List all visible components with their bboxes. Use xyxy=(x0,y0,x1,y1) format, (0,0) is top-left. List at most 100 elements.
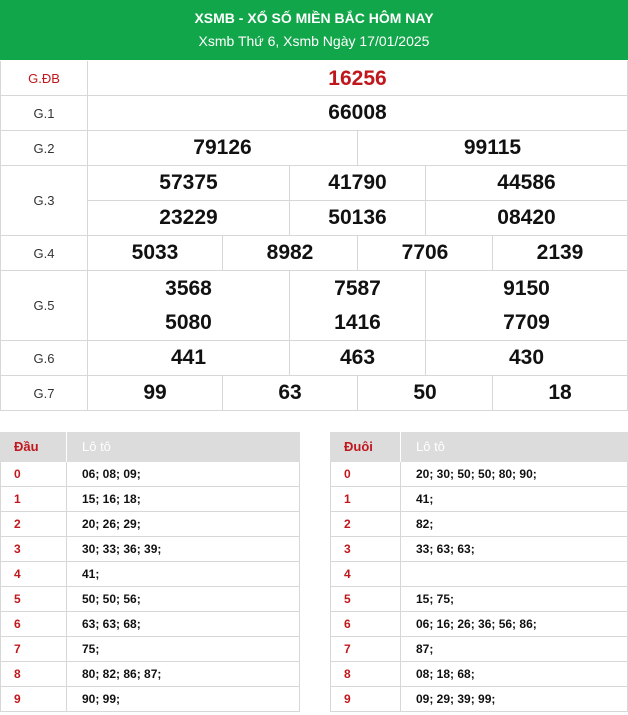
loto-values: 50; 50; 56; xyxy=(82,592,141,606)
prize-label: G.1 xyxy=(0,96,88,130)
prize-label: G.3 xyxy=(0,166,88,235)
loto-values: 06; 08; 09; xyxy=(82,467,141,481)
prize-number: 63 xyxy=(223,376,358,410)
loto-values: 82; xyxy=(416,517,434,531)
prize-label: G.ĐB xyxy=(0,61,88,95)
loto-values: 09; 29; 39; 99; xyxy=(416,692,496,706)
loto-row: 5 50; 50; 56; xyxy=(0,587,300,612)
loto-key: 3 xyxy=(344,542,351,556)
loto-values: 63; 63; 68; xyxy=(82,617,141,631)
prize-row-7: G.7 99 63 50 18 xyxy=(0,376,628,411)
prize-number: 18 xyxy=(493,376,628,410)
loto-values: 41; xyxy=(416,492,434,506)
loto-row: 4 xyxy=(330,562,628,587)
loto-col-head: Lô tô xyxy=(416,439,445,454)
loto-values: 20; 30; 50; 50; 80; 90; xyxy=(416,467,537,481)
loto-key: 1 xyxy=(14,492,21,506)
prize-number: 7587 xyxy=(290,271,426,306)
loto-key: 6 xyxy=(344,617,351,631)
loto-key: 7 xyxy=(14,642,21,656)
loto-row: 7 75; xyxy=(0,637,300,662)
prize-row-1: G.1 66008 xyxy=(0,96,628,131)
prize-label: G.5 xyxy=(0,271,88,340)
page-header: XSMB - XỔ SỐ MIỀN BẮC HÔM NAY Xsmb Thứ 6… xyxy=(0,0,628,60)
prize-number: 2139 xyxy=(493,236,628,270)
loto-key: 5 xyxy=(14,592,21,606)
loto-key: 0 xyxy=(14,467,21,481)
loto-values: 41; xyxy=(82,567,100,581)
page-title: XSMB - XỔ SỐ MIỀN BẮC HÔM NAY xyxy=(194,10,434,26)
loto-row: 8 08; 18; 68; xyxy=(330,662,628,687)
prize-number: 8982 xyxy=(223,236,358,270)
prize-number: 5080 xyxy=(88,306,290,340)
loto-row: 5 15; 75; xyxy=(330,587,628,612)
loto-values: 90; 99; xyxy=(82,692,121,706)
prize-label: G.6 xyxy=(0,341,88,375)
prize-row-3: G.3 57375 41790 44586 23229 50136 08420 xyxy=(0,166,628,236)
prize-number: 08420 xyxy=(426,201,628,235)
loto-row: 7 87; xyxy=(330,637,628,662)
prize-number: 41790 xyxy=(290,166,426,201)
loto-key: 3 xyxy=(14,542,21,556)
prize-number: 99 xyxy=(88,376,223,410)
loto-duoi-table: Đuôi Lô tô 0 20; 30; 50; 50; 80; 90; 1 41; 2… xyxy=(330,432,628,715)
prize-label: G.7 xyxy=(0,376,88,410)
prize-number: 7706 xyxy=(358,236,493,270)
prize-number: 7709 xyxy=(426,306,628,340)
prize-number: 3568 xyxy=(88,271,290,306)
prize-row-4: G.4 5033 8982 7706 2139 xyxy=(0,236,628,271)
loto-key: 8 xyxy=(344,667,351,681)
loto-row: 1 41; xyxy=(330,487,628,512)
prize-number: 430 xyxy=(426,341,628,375)
loto-key: 6 xyxy=(14,617,21,631)
loto-row: 3 30; 33; 36; 39; xyxy=(0,537,300,562)
loto-key: 0 xyxy=(344,467,351,481)
page-subtitle: Xsmb Thứ 6, Xsmb Ngày 17/01/2025 xyxy=(198,33,430,49)
loto-key: 9 xyxy=(14,692,21,706)
loto-row: 6 63; 63; 68; xyxy=(0,612,300,637)
loto-row: 3 33; 63; 63; xyxy=(330,537,628,562)
loto-key: 9 xyxy=(344,692,351,706)
loto-values: 08; 18; 68; xyxy=(416,667,475,681)
loto-values: 80; 82; 86; 87; xyxy=(82,667,162,681)
loto-values: 33; 63; 63; xyxy=(416,542,475,556)
prize-label: G.2 xyxy=(0,131,88,165)
loto-row: 1 15; 16; 18; xyxy=(0,487,300,512)
prize-row-special: G.ĐB 16256 xyxy=(0,61,628,96)
loto-duoi-header: Đuôi Lô tô xyxy=(330,432,628,462)
loto-dau-header: Đầu Lô tô xyxy=(0,432,300,462)
loto-dau-col-head: Đầu xyxy=(14,439,39,454)
results-table: G.ĐB 16256 G.1 66008 G.2 79126 99115 G.3… xyxy=(0,61,628,411)
prize-number: 5033 xyxy=(88,236,223,270)
loto-key: 2 xyxy=(14,517,21,531)
loto-key: 4 xyxy=(344,567,351,581)
loto-row: 0 06; 08; 09; xyxy=(0,462,300,487)
prize-number: 9150 xyxy=(426,271,628,306)
loto-row: 2 20; 26; 29; xyxy=(0,512,300,537)
loto-key: 5 xyxy=(344,592,351,606)
loto-values: 06; 16; 26; 36; 56; 86; xyxy=(416,617,537,631)
prize-number: 44586 xyxy=(426,166,628,201)
prize-number: 1416 xyxy=(290,306,426,340)
loto-values: 30; 33; 36; 39; xyxy=(82,542,162,556)
loto-row: 4 41; xyxy=(0,562,300,587)
loto-row: 9 09; 29; 39; 99; xyxy=(330,687,628,712)
prize-number: 463 xyxy=(290,341,426,375)
loto-key: 2 xyxy=(344,517,351,531)
loto-row: 8 80; 82; 86; 87; xyxy=(0,662,300,687)
prize-row-2: G.2 79126 99115 xyxy=(0,131,628,166)
loto-values: 87; xyxy=(416,642,434,656)
loto-duoi-col-head: Đuôi xyxy=(344,439,373,454)
prize-number: 57375 xyxy=(88,166,290,201)
prize-number: 23229 xyxy=(88,201,290,235)
loto-row: 2 82; xyxy=(330,512,628,537)
loto-values: 15; 75; xyxy=(416,592,455,606)
prize-row-6: G.6 441 463 430 xyxy=(0,341,628,376)
prize-label: G.4 xyxy=(0,236,88,270)
prize-row-5: G.5 3568 7587 9150 5080 1416 7709 xyxy=(0,271,628,341)
loto-key: 4 xyxy=(14,567,21,581)
prize-number: 50 xyxy=(358,376,493,410)
prize-number: 99115 xyxy=(358,131,628,165)
loto-key: 7 xyxy=(344,642,351,656)
loto-key: 8 xyxy=(14,667,21,681)
